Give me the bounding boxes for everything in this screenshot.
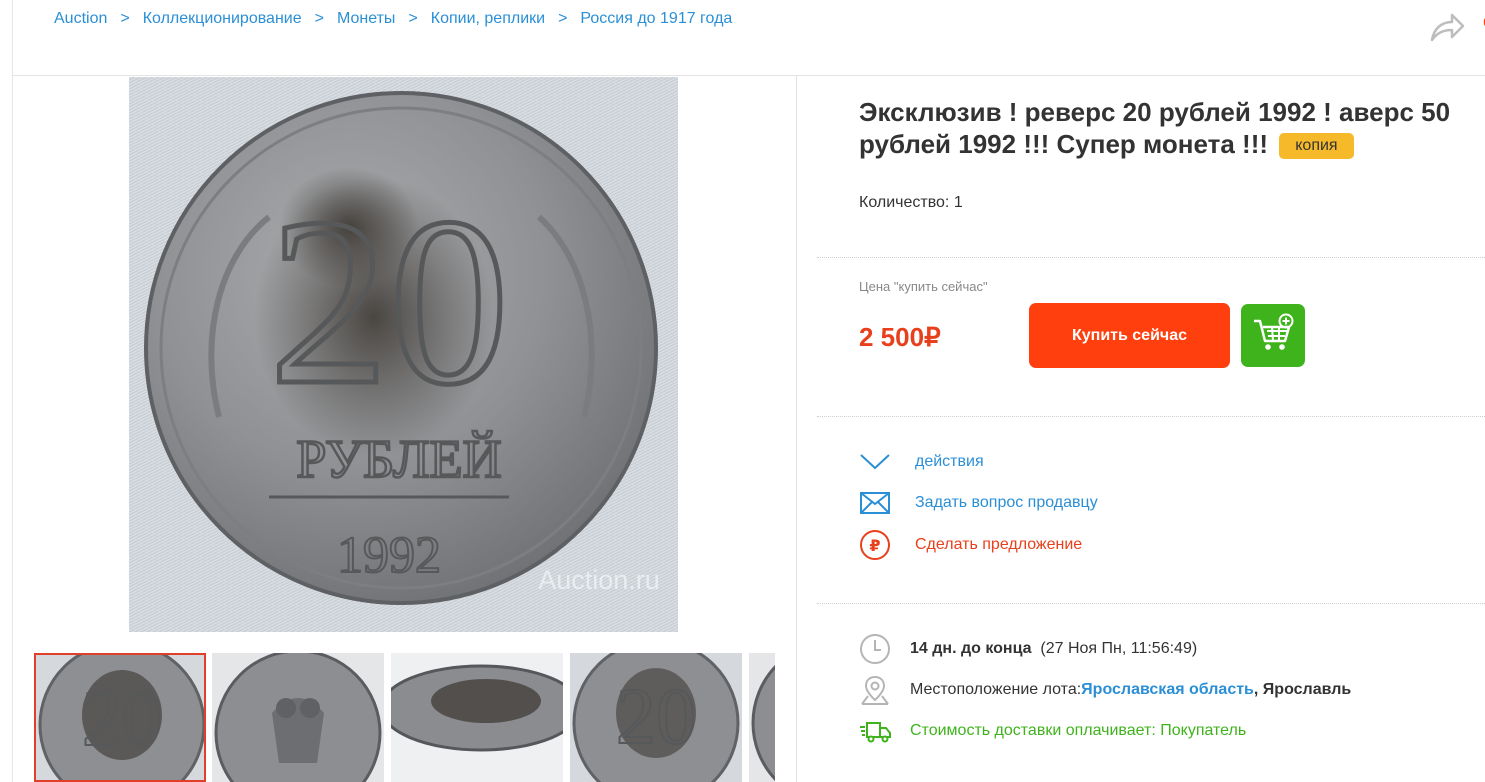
thumbnail-2[interactable]	[212, 653, 384, 782]
breadcrumb-separator: >	[314, 10, 324, 27]
main-photo[interactable]: 20 РУБЛЕЙ 1992 Auction.ru	[129, 77, 678, 632]
ask-seller-link[interactable]: Задать вопрос продавцу	[858, 486, 1098, 520]
time-left-bold: 14 дн. до конца	[910, 640, 1032, 657]
column-divider	[796, 76, 797, 782]
location-separator: ,	[1253, 681, 1259, 698]
divider	[817, 257, 1485, 258]
buy-now-label: Купить сейчас	[1072, 326, 1187, 344]
breadcrumb-separator: >	[408, 10, 418, 27]
delivery-truck-icon	[858, 714, 892, 748]
delivery-text: Стоимость доставки оплачивает: Покупател…	[910, 722, 1247, 739]
breadcrumb-item-russia[interactable]: Россия до 1917 года	[580, 10, 732, 27]
coin-denomination: 20	[269, 168, 509, 434]
page-edge	[12, 0, 13, 782]
time-left: 14 дн. до конца (27 Ноя Пн, 11:56:49)	[858, 632, 1197, 666]
watermark: Auction.ru	[538, 565, 660, 595]
thumbnail-strip: 20 20	[34, 653, 775, 782]
lot-location: Местоположение лота:Ярославская область,…	[858, 673, 1351, 707]
share-icon[interactable]	[1428, 10, 1466, 44]
breadcrumb: Auction > Коллекционирование > Монеты > Копии,…	[54, 10, 732, 28]
cart-add-icon	[1251, 313, 1295, 358]
price-value: 2 500₽	[859, 322, 941, 352]
ask-seller-label: Задать вопрос продавцу	[915, 494, 1098, 511]
copy-badge: копия	[1279, 133, 1354, 159]
divider	[817, 603, 1485, 604]
breadcrumb-item-coins[interactable]: Монеты	[337, 10, 395, 27]
chevron-down-icon	[858, 445, 892, 479]
envelope-icon	[858, 486, 892, 520]
end-date: (27 Ноя Пн, 11:56:49)	[1040, 640, 1198, 657]
breadcrumb-separator: >	[120, 10, 130, 27]
clock-icon	[858, 632, 892, 666]
coin-year: 1992	[337, 527, 441, 584]
actions-dropdown[interactable]: действия	[858, 445, 984, 479]
breadcrumb-item-collecting[interactable]: Коллекционирование	[143, 10, 302, 27]
thumbnail-3[interactable]	[391, 653, 563, 782]
quantity: Количество: 1	[859, 194, 963, 211]
thumb-denomination: 20	[82, 675, 162, 763]
ruble-circle-icon: ₽	[858, 528, 892, 562]
breadcrumb-item-auction[interactable]: Auction	[54, 10, 107, 27]
location-text: Местоположение лота:Ярославская область,…	[910, 681, 1351, 699]
lot-title-text: Эксклюзив ! реверс 20 рублей 1992 ! авер…	[859, 97, 1451, 159]
location-region-link[interactable]: Ярославская область	[1081, 681, 1254, 698]
location-pin-icon	[858, 673, 892, 707]
buy-now-button[interactable]: Купить сейчас	[1029, 303, 1230, 368]
location-city: Ярославль	[1262, 681, 1352, 698]
thumbnail-5[interactable]	[749, 653, 775, 782]
header-divider	[12, 75, 1485, 76]
delivery-info: Стоимость доставки оплачивает: Покупател…	[858, 714, 1246, 748]
thumbnail-4[interactable]: 20	[570, 653, 742, 782]
svg-text:₽: ₽	[869, 536, 880, 555]
partial-icon[interactable]	[1479, 14, 1485, 30]
breadcrumb-item-copies[interactable]: Копии, реплики	[431, 10, 545, 27]
divider	[817, 416, 1485, 417]
lot-title: Эксклюзив ! реверс 20 рублей 1992 ! авер…	[859, 96, 1485, 160]
add-to-cart-button[interactable]	[1241, 304, 1305, 367]
thumb-denomination: 20	[616, 673, 696, 761]
make-offer-link[interactable]: ₽ Сделать предложение	[858, 528, 1082, 562]
time-left-text: 14 дн. до конца (27 Ноя Пн, 11:56:49)	[910, 640, 1197, 658]
thumbnail-1[interactable]: 20	[34, 653, 206, 782]
coin-word: РУБЛЕЙ	[296, 429, 501, 489]
make-offer-label: Сделать предложение	[915, 536, 1083, 553]
price-label: Цена "купить сейчас"	[859, 279, 988, 294]
breadcrumb-separator: >	[558, 10, 568, 27]
location-label: Местоположение лота:	[910, 681, 1082, 698]
actions-label: действия	[915, 453, 984, 470]
